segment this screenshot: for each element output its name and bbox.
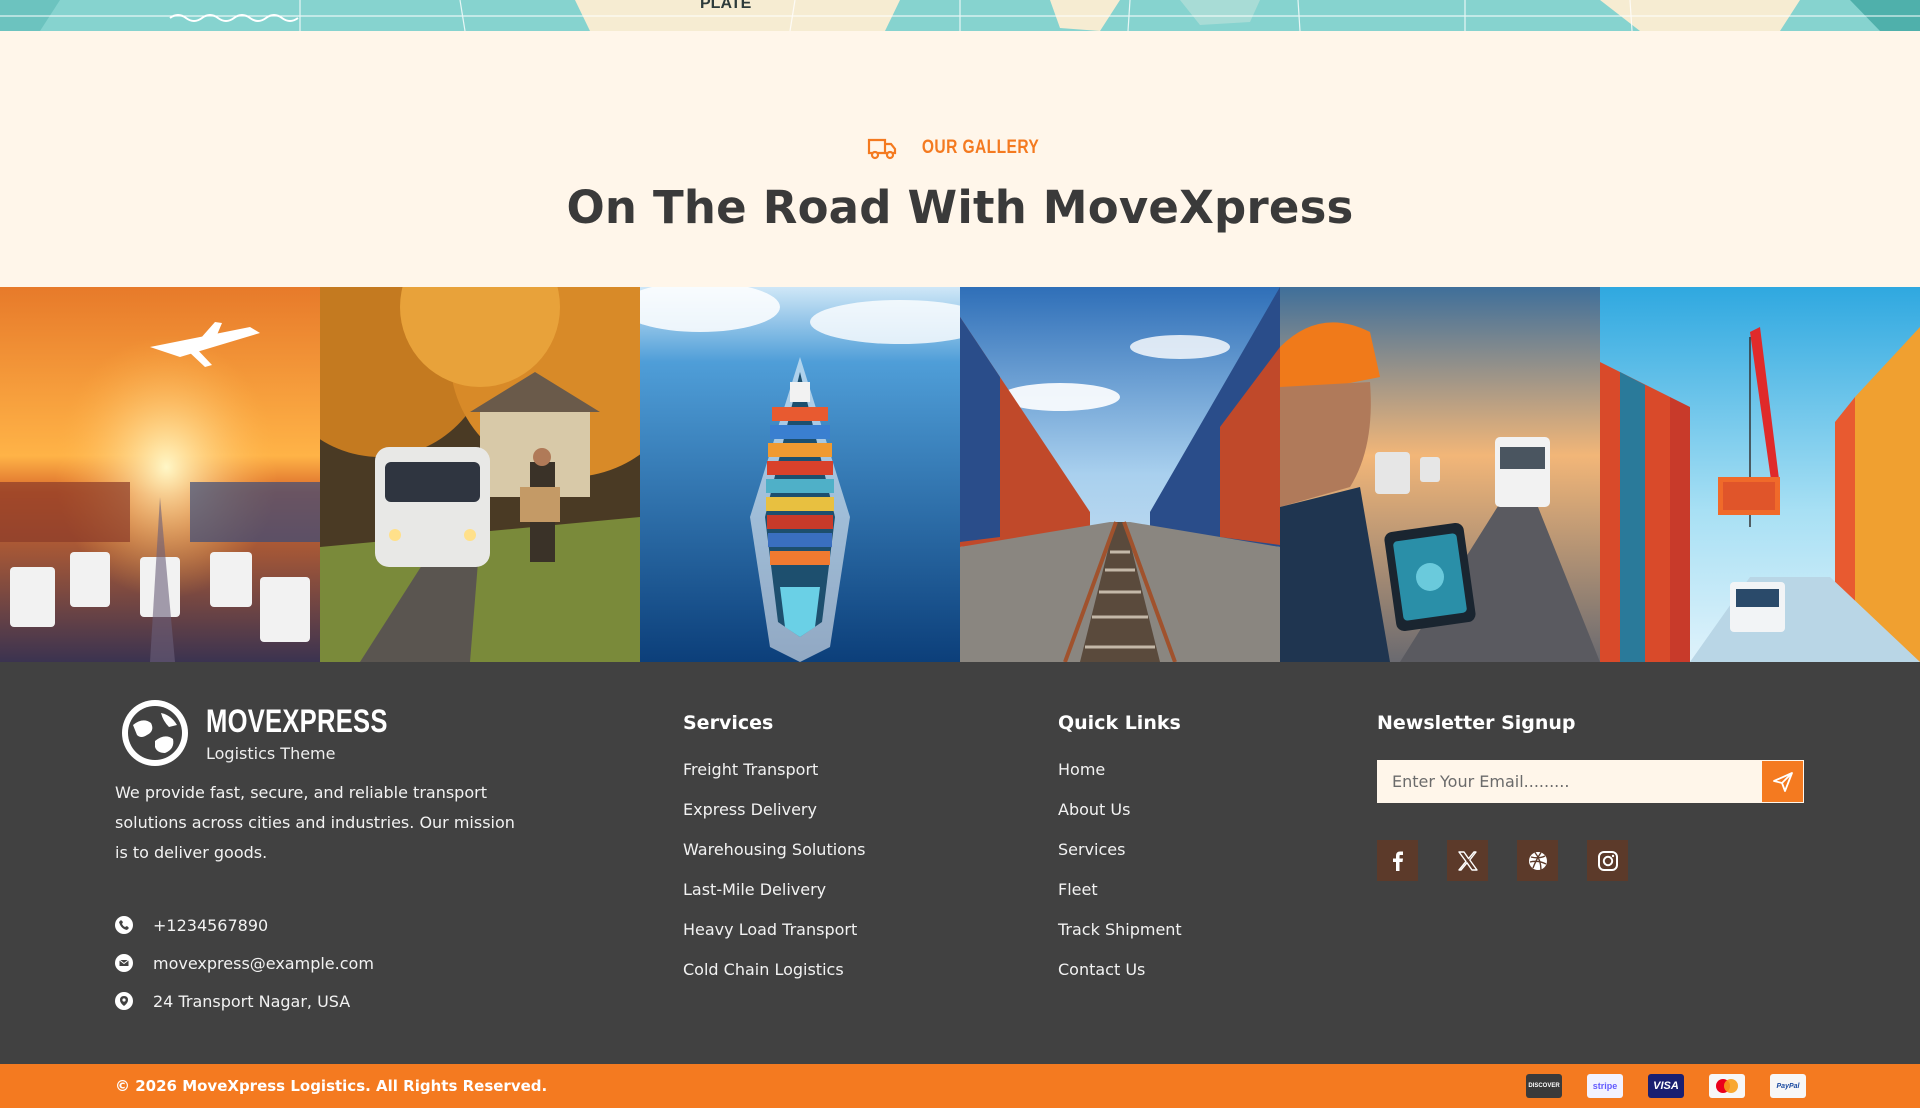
location-pin-icon [115,992,133,1010]
about-text: We provide fast, secure, and reliable tr… [115,783,515,862]
site-footer: MOVEXPRESS Logistics Theme We provide fa… [0,662,1920,1064]
container-ship-image[interactable] [640,287,960,662]
quick-link-contact[interactable]: Contact Us [1058,960,1182,1000]
newsletter-heading: Newsletter Signup [1377,712,1576,734]
services-column: Services Freight Transport Express Deliv… [683,712,865,1000]
paypal-icon: PayPal [1770,1074,1806,1098]
service-link-cold-chain[interactable]: Cold Chain Logistics [683,960,865,1000]
map-label: PLATE [700,0,752,12]
newsletter-email-input[interactable] [1377,760,1761,803]
rail-freight-image[interactable] [960,287,1280,662]
van-delivery-image[interactable] [320,287,640,662]
discover-card-icon: DISCOVER [1526,1074,1562,1098]
quick-links-heading: Quick Links [1058,712,1181,734]
instagram-icon [1597,850,1618,871]
dribbble-icon [1528,851,1547,870]
gallery-eyebrow-text: OUR GALLERY [922,137,1040,158]
quick-link-about[interactable]: About Us [1058,800,1182,840]
copyright-text: © 2026 MoveXpress Logistics. All Rights … [115,1077,548,1095]
instagram-button[interactable] [1587,840,1628,881]
facebook-icon [1392,851,1403,871]
payment-methods: DISCOVER stripe VISA mastercard PayPal [1526,1074,1806,1098]
worker-tablet-trucks-image[interactable] [1280,287,1600,662]
contact-list: +1234567890 movexpress@example.com 24 Tr… [115,906,374,1020]
quick-link-fleet[interactable]: Fleet [1058,880,1182,920]
contact-phone-text: +1234567890 [153,915,269,935]
x-twitter-icon [1457,850,1478,871]
footer-brand[interactable]: MOVEXPRESS Logistics Theme [122,700,433,766]
service-link-heavy-load[interactable]: Heavy Load Transport [683,920,865,960]
service-link-freight-transport[interactable]: Freight Transport [683,760,865,800]
mastercard-icon: mastercard [1709,1074,1745,1098]
social-links [1377,840,1804,881]
quick-link-services[interactable]: Services [1058,840,1182,880]
x-twitter-button[interactable] [1447,840,1488,881]
contact-address[interactable]: 24 Transport Nagar, USA [115,982,374,1020]
newsletter-form [1377,760,1804,803]
gallery-section-header: OUR GALLERY On The Road With MoveXpress [0,31,1920,287]
facebook-button[interactable] [1377,840,1418,881]
container-yard-crane-image[interactable] [1600,287,1920,662]
service-link-warehousing[interactable]: Warehousing Solutions [683,840,865,880]
map-banner-strip: PLATE [0,0,1920,31]
phone-icon [115,916,133,934]
visa-card-icon: VISA [1648,1074,1684,1098]
gallery-title: On The Road With MoveXpress [566,181,1354,234]
copyright-bar: © 2026 MoveXpress Logistics. All Rights … [0,1064,1920,1108]
services-heading: Services [683,712,774,734]
contact-address-text: 24 Transport Nagar, USA [153,991,351,1011]
contact-phone[interactable]: +1234567890 [115,906,374,944]
brand-tagline: Logistics Theme [206,744,336,763]
service-link-last-mile[interactable]: Last-Mile Delivery [683,880,865,920]
stripe-icon: stripe [1587,1074,1623,1098]
newsletter-column: Newsletter Signup [1377,712,1804,881]
gallery-eyebrow: OUR GALLERY [0,135,1920,161]
contact-email-text: movexpress@example.com [153,953,374,973]
quick-links-column: Quick Links Home About Us Services Fleet… [1058,712,1182,1000]
truck-icon [868,138,897,160]
newsletter-submit-button[interactable] [1761,760,1804,803]
quick-link-home[interactable]: Home [1058,760,1182,800]
globe-icon [122,700,188,766]
mail-icon [115,954,133,972]
contact-email[interactable]: movexpress@example.com [115,944,374,982]
air-and-road-freight-image[interactable] [0,287,320,662]
service-link-express-delivery[interactable]: Express Delivery [683,800,865,840]
dribbble-button[interactable] [1517,840,1558,881]
quick-link-track-shipment[interactable]: Track Shipment [1058,920,1182,960]
brand-name: MOVEXPRESS [206,703,388,739]
gallery-grid [0,287,1920,662]
send-icon [1772,771,1793,792]
